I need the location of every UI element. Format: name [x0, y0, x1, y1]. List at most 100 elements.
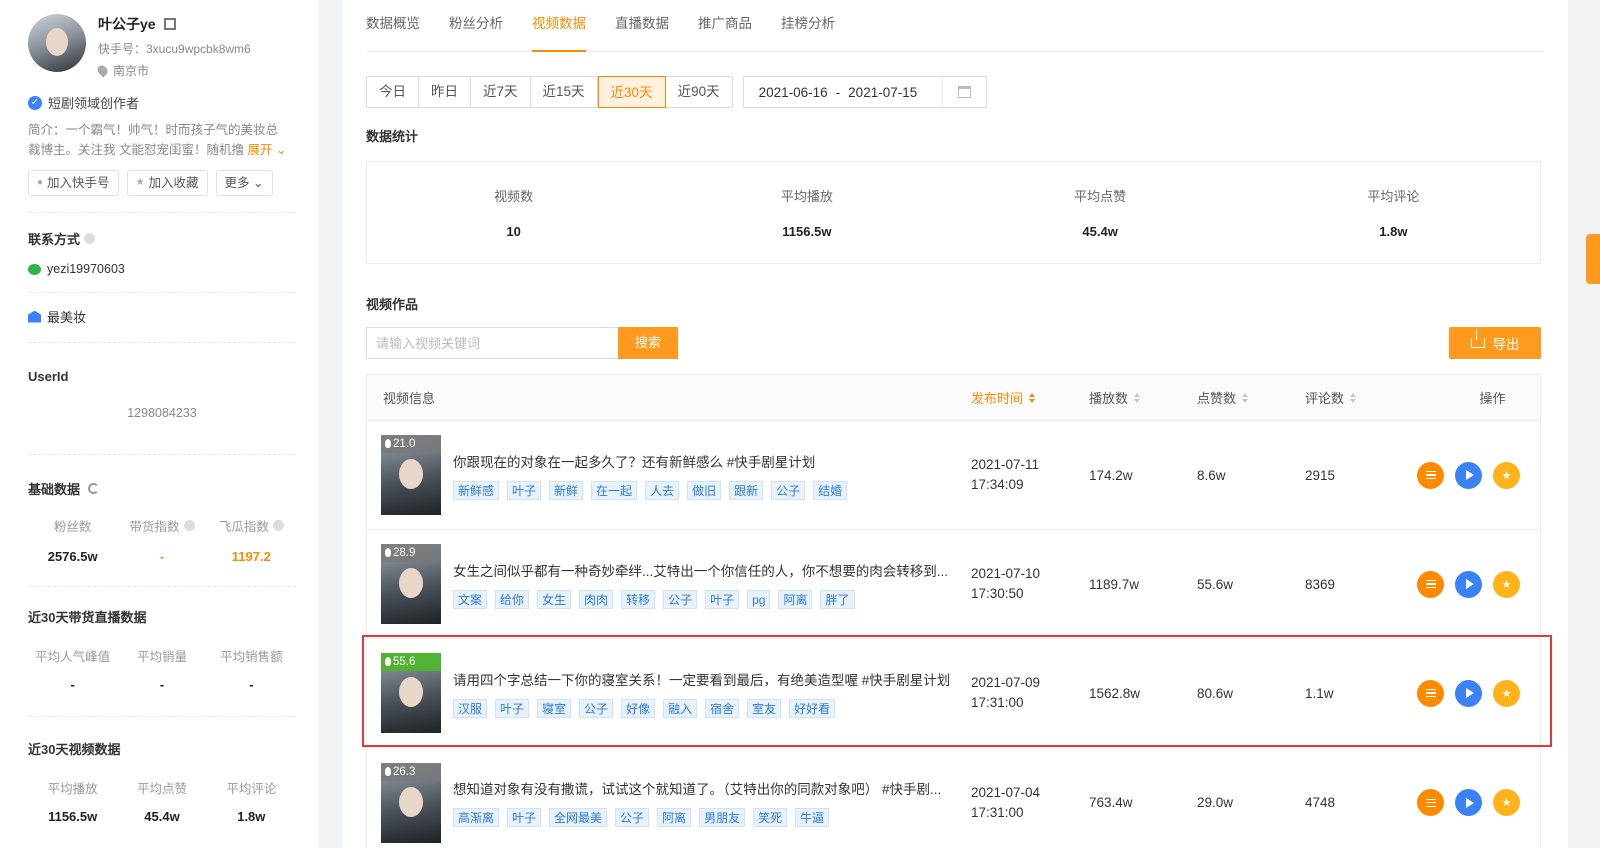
- detail-button[interactable]: [1417, 679, 1444, 707]
- tag[interactable]: 室友: [747, 698, 782, 718]
- video-title[interactable]: 你跟现在的对象在一起多久了？还有新鲜感么 #快手剧星计划: [453, 451, 973, 471]
- play-button[interactable]: [1455, 789, 1482, 816]
- col-play[interactable]: 播放数: [1089, 388, 1197, 407]
- avatar[interactable]: [28, 14, 86, 72]
- tag[interactable]: 好好看: [789, 698, 836, 718]
- play-button[interactable]: [1455, 570, 1482, 598]
- favorite-button[interactable]: ★: [1493, 570, 1520, 598]
- col-like[interactable]: 点赞数: [1197, 388, 1305, 407]
- favorite-button[interactable]: ★: [1493, 789, 1520, 816]
- tab-rankings[interactable]: 挂榜分析: [781, 0, 835, 52]
- help-icon[interactable]: [183, 520, 195, 531]
- help-icon[interactable]: [272, 520, 284, 531]
- tag[interactable]: 公子: [579, 698, 614, 718]
- tag[interactable]: 好像: [621, 698, 656, 718]
- bio-expand-link[interactable]: 展开 ⌄: [247, 143, 286, 157]
- play-count: 1562.8w: [1089, 685, 1141, 701]
- tag[interactable]: 新鲜: [549, 480, 584, 500]
- range-today[interactable]: 今日: [367, 77, 419, 107]
- tag[interactable]: 做旧: [687, 480, 722, 500]
- detail-button[interactable]: [1417, 570, 1444, 598]
- search-button[interactable]: 搜索: [618, 327, 678, 359]
- calendar-icon[interactable]: [941, 77, 986, 107]
- tag[interactable]: 寝室: [537, 698, 572, 718]
- tag[interactable]: 公子: [615, 808, 650, 827]
- tab-live-data[interactable]: 直播数据: [615, 0, 669, 52]
- tag[interactable]: 公子: [771, 480, 806, 500]
- tab-products[interactable]: 推广商品: [698, 0, 752, 52]
- tab-fans[interactable]: 粉丝分析: [449, 0, 503, 52]
- tag[interactable]: 叶子: [495, 698, 530, 718]
- tag[interactable]: 文案: [453, 589, 488, 609]
- col-comment[interactable]: 评论数: [1305, 388, 1415, 407]
- range-15d[interactable]: 近15天: [531, 77, 598, 107]
- stat-video-count: 视频数 10: [494, 189, 534, 239]
- tag[interactable]: 叶子: [705, 589, 740, 609]
- tag[interactable]: 高渐离: [453, 808, 500, 827]
- tag[interactable]: 结婚: [813, 480, 848, 500]
- col-publish-time[interactable]: 发布时间: [971, 388, 1089, 407]
- range-yesterday[interactable]: 昨日: [419, 77, 471, 107]
- video-title[interactable]: 请用四个字总结一下你的寝室关系！一定要看到最后，有绝美造型喔 #快手剧星计划: [453, 669, 973, 689]
- tag[interactable]: 女生: [537, 589, 572, 609]
- video-search-input[interactable]: [366, 327, 618, 359]
- video-title[interactable]: 女生之间似乎都有一种奇妙牵绊...艾特出一个你信任的人，你不想要的肉会转移到..…: [453, 560, 973, 580]
- favorite-button[interactable]: ★: [1493, 679, 1520, 707]
- play-count: 1189.7w: [1089, 576, 1140, 592]
- tab-overview[interactable]: 数据概览: [366, 0, 420, 52]
- tag[interactable]: 叶子: [507, 480, 542, 500]
- tag[interactable]: 全网最美: [549, 808, 608, 827]
- brand-link[interactable]: 最美妆: [28, 307, 296, 326]
- tag[interactable]: 男朋友: [699, 808, 746, 827]
- stat-avg-comment: 平均评论 1.8w: [1367, 189, 1420, 239]
- tag[interactable]: 胖了: [820, 589, 855, 609]
- video-title[interactable]: 想知道对象有没有撒谎，试试这个就知道了。（艾特出你的同款对象吧） #快手剧...: [453, 778, 973, 798]
- tag[interactable]: 笑死: [753, 808, 788, 827]
- date-range-picker[interactable]: 2021-06-16 - 2021-07-15: [742, 76, 987, 108]
- tag[interactable]: 阿离: [657, 808, 692, 827]
- tag[interactable]: 跟新: [729, 480, 764, 500]
- row-actions: ★: [1415, 789, 1540, 816]
- add-kuaishou-button[interactable]: ● 加入快手号: [28, 170, 119, 196]
- tag[interactable]: 宿舍: [705, 698, 740, 718]
- tag[interactable]: 汉服: [453, 698, 488, 718]
- range-group: 今日 昨日 近7天 近15天 近30天 近90天: [366, 76, 733, 108]
- floating-side-tab[interactable]: [1586, 234, 1600, 284]
- qr-code-icon[interactable]: [163, 18, 176, 30]
- table-row: 21.0 你跟现在的对象在一起多久了？还有新鲜感么 #快手剧星计划 新鲜感 叶子…: [367, 421, 1540, 530]
- tag[interactable]: 给你: [495, 589, 530, 609]
- help-icon[interactable]: [84, 233, 96, 244]
- more-dropdown[interactable]: 更多 ⌄: [215, 170, 273, 196]
- tag[interactable]: 转移: [621, 589, 656, 609]
- star-icon: ★: [1501, 687, 1512, 700]
- range-90d[interactable]: 近90天: [666, 77, 732, 107]
- video-thumbnail[interactable]: 21.0: [381, 435, 441, 515]
- tag[interactable]: 人去: [645, 480, 680, 500]
- video-thumbnail[interactable]: 28.9: [381, 544, 441, 624]
- tag[interactable]: 新鲜感: [453, 480, 500, 500]
- range-30d[interactable]: 近30天: [597, 76, 666, 108]
- play-button[interactable]: [1455, 461, 1482, 489]
- tag[interactable]: 公子: [663, 589, 698, 609]
- favorite-button[interactable]: ★: [1493, 461, 1520, 489]
- range-7d[interactable]: 近7天: [471, 77, 531, 107]
- tag[interactable]: 肉肉: [579, 589, 614, 609]
- tag[interactable]: pg: [747, 589, 771, 609]
- detail-button[interactable]: [1417, 461, 1444, 489]
- tag[interactable]: 阿离: [778, 589, 813, 609]
- tag[interactable]: 叶子: [507, 808, 542, 827]
- export-button[interactable]: 导出: [1449, 327, 1541, 359]
- refresh-icon[interactable]: [88, 483, 100, 494]
- tag[interactable]: 牛逼: [795, 808, 830, 827]
- upload-icon: [1470, 330, 1485, 348]
- tab-video-data[interactable]: 视频数据: [532, 0, 586, 52]
- video-thumbnail[interactable]: 55.6: [381, 653, 441, 733]
- userid-title: UserId: [28, 369, 69, 384]
- location: 南京市: [95, 62, 251, 79]
- video-thumbnail[interactable]: 26.3: [381, 762, 441, 843]
- add-favorite-button[interactable]: ★ 加入收藏: [126, 170, 208, 196]
- tag[interactable]: 融入: [663, 698, 698, 718]
- detail-button[interactable]: [1417, 789, 1444, 816]
- play-button[interactable]: [1455, 679, 1482, 707]
- tag[interactable]: 在一起: [591, 480, 638, 500]
